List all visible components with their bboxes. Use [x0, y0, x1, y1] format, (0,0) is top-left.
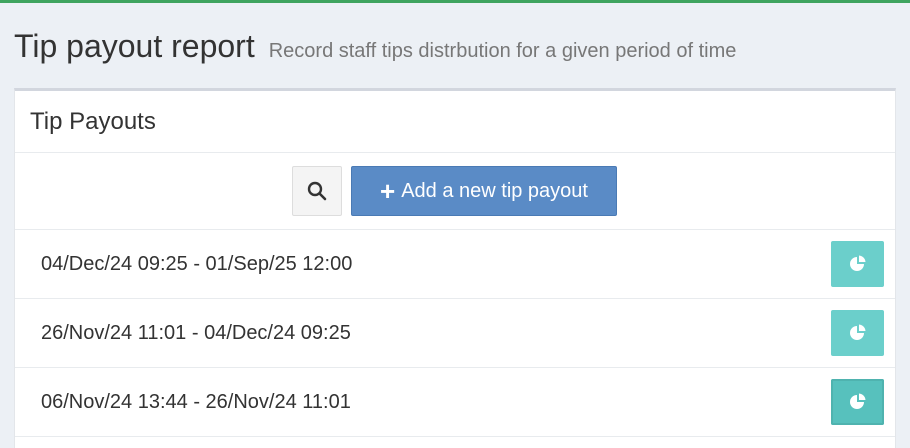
- payout-date-range: 06/Nov/24 13:44 - 26/Nov/24 11:01: [41, 390, 351, 413]
- add-tip-payout-label: Add a new tip payout: [401, 179, 588, 202]
- page-header: Tip payout report Record staff tips dist…: [14, 28, 736, 68]
- toolbar: + Add a new tip payout: [15, 153, 895, 230]
- view-report-button[interactable]: [831, 379, 884, 425]
- panel-title: Tip Payouts: [30, 107, 156, 135]
- payout-row[interactable]: 06/Nov/24 13:44 - 26/Nov/24 11:01: [15, 368, 895, 437]
- page-subtitle: Record staff tips distrbution for a give…: [268, 40, 737, 62]
- plus-icon: +: [380, 176, 396, 206]
- top-accent-bar: [0, 0, 910, 3]
- view-report-button[interactable]: [831, 241, 884, 287]
- pie-chart-icon: [849, 255, 865, 271]
- panel-heading: Tip Payouts: [15, 91, 895, 153]
- pie-chart-icon: [849, 324, 865, 340]
- payout-row[interactable]: 26/Nov/24 11:01 - 04/Dec/24 09:25: [15, 299, 895, 368]
- pie-chart-icon: [849, 393, 865, 409]
- page-title: Tip payout report: [14, 28, 255, 64]
- payout-date-range: 04/Dec/24 09:25 - 01/Sep/25 12:00: [41, 252, 353, 275]
- payout-date-range: 26/Nov/24 11:01 - 04/Dec/24 09:25: [41, 321, 351, 344]
- search-icon: [307, 181, 327, 201]
- view-report-button[interactable]: [831, 310, 884, 356]
- payout-row[interactable]: 04/Dec/24 09:25 - 01/Sep/25 12:00: [15, 230, 895, 299]
- add-tip-payout-button[interactable]: + Add a new tip payout: [351, 166, 617, 216]
- search-button[interactable]: [292, 166, 342, 216]
- tip-payouts-panel: Tip Payouts + Add a new tip payout 04/De…: [14, 88, 896, 448]
